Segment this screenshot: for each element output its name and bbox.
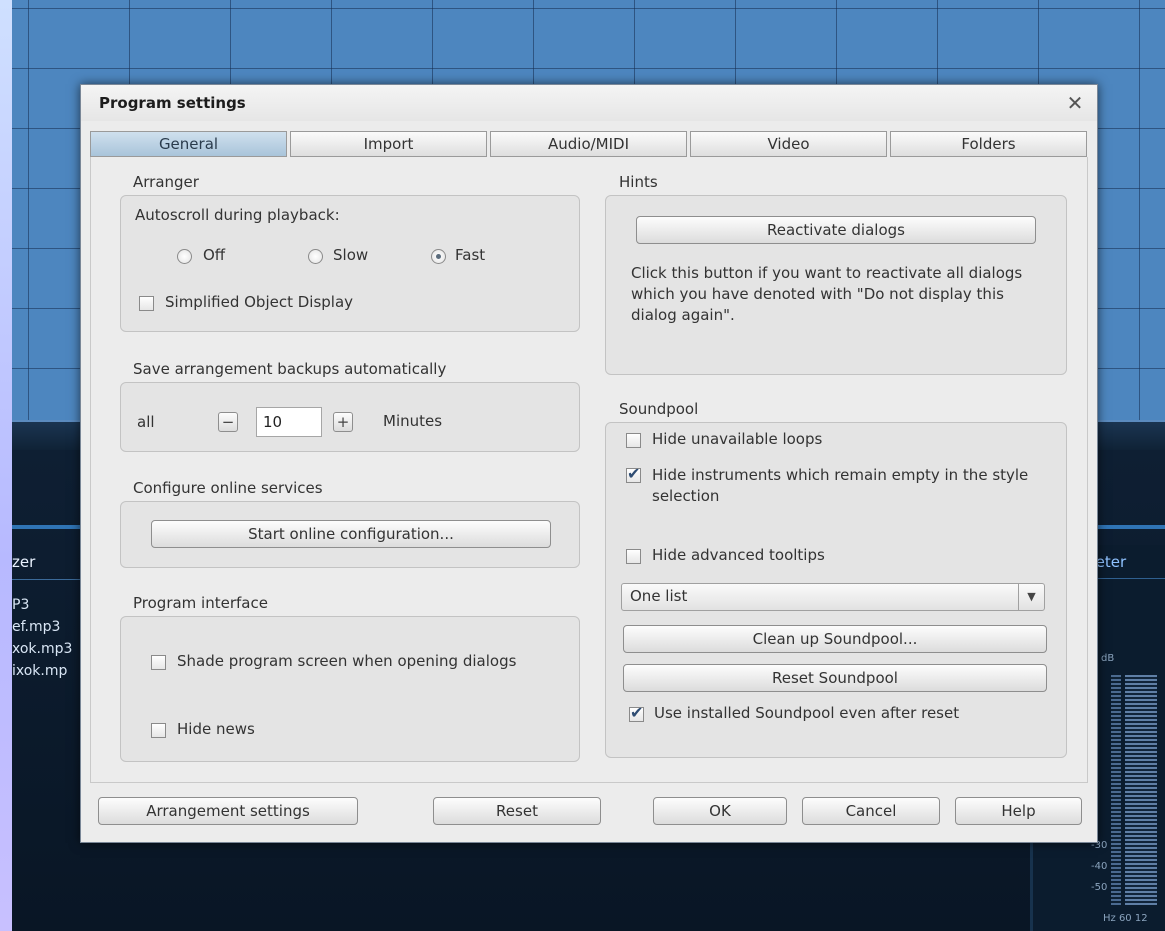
meter-tick: -40	[1091, 861, 1108, 872]
autoscroll-label: Autoscroll during playback:	[135, 206, 340, 224]
arranger-group: Autoscroll during playback: Off Slow Fas…	[120, 195, 580, 332]
chevron-down-icon[interactable]: ▼	[1018, 584, 1044, 610]
meter-bar-left	[1111, 675, 1121, 905]
hide-unavailable-label[interactable]: Hide unavailable loops	[652, 430, 822, 448]
arranger-section-title: Arranger	[133, 173, 199, 191]
soundpool-section-title: Soundpool	[619, 400, 699, 418]
cancel-button[interactable]: Cancel	[802, 797, 940, 825]
interface-group: Shade program screen when opening dialog…	[120, 616, 580, 762]
meter-db-label: dB	[1101, 653, 1115, 664]
start-online-configuration-button[interactable]: Start online configuration...	[151, 520, 551, 548]
hide-news-label[interactable]: Hide news	[177, 720, 255, 738]
interface-section-title: Program interface	[133, 594, 268, 612]
arrangement-settings-button[interactable]: Arrangement settings	[98, 797, 358, 825]
reset-soundpool-button[interactable]: Reset Soundpool	[623, 664, 1047, 692]
select-value: One list	[630, 587, 688, 605]
autoscroll-fast-label[interactable]: Fast	[455, 246, 485, 264]
meter-bar-right	[1125, 675, 1157, 905]
hints-description: Click this button if you want to reactiv…	[631, 264, 1023, 324]
dialog-titlebar[interactable]: Program settings ✕	[81, 85, 1097, 121]
backup-prefix-label: all	[137, 413, 155, 431]
close-icon[interactable]: ✕	[1063, 91, 1087, 115]
autoscroll-slow-label[interactable]: Slow	[333, 246, 368, 264]
simplified-display-checkbox[interactable]	[139, 296, 154, 311]
soundpool-group: Hide unavailable loops Hide instruments …	[605, 422, 1067, 758]
backup-group: all − + Minutes	[120, 382, 580, 452]
online-section-title: Configure online services	[133, 479, 323, 497]
tab-video[interactable]: Video	[690, 131, 887, 157]
tab-folders[interactable]: Folders	[890, 131, 1087, 157]
tab-audio-midi[interactable]: Audio/MIDI	[490, 131, 687, 157]
general-tab-content: Arranger Autoscroll during playback: Off…	[90, 157, 1088, 783]
hide-instruments-checkbox[interactable]	[626, 464, 641, 483]
meter-tick: -50	[1091, 882, 1108, 893]
autoscroll-off-label[interactable]: Off	[203, 246, 225, 264]
shade-screen-checkbox[interactable]	[151, 655, 166, 670]
dialog-title: Program settings	[99, 94, 246, 112]
settings-tabs: General Import Audio/MIDI Video Folders	[90, 131, 1088, 157]
autoscroll-off-radio[interactable]	[177, 249, 192, 264]
soundpool-list-mode-select[interactable]: One list ▼	[621, 583, 1045, 611]
hide-tooltips-label[interactable]: Hide advanced tooltips	[652, 546, 825, 564]
online-group: Start online configuration...	[120, 501, 580, 568]
clean-up-soundpool-button[interactable]: Clean up Soundpool...	[623, 625, 1047, 653]
meter-ticks: -30 -40 -50	[1091, 835, 1107, 898]
tab-general[interactable]: General	[90, 131, 287, 157]
reactivate-dialogs-button[interactable]: Reactivate dialogs	[636, 216, 1036, 244]
tab-import[interactable]: Import	[290, 131, 487, 157]
hide-tooltips-checkbox[interactable]	[626, 549, 641, 564]
shade-screen-label[interactable]: Shade program screen when opening dialog…	[177, 652, 516, 670]
hide-instruments-label[interactable]: Hide instruments which remain empty in t…	[652, 465, 1052, 507]
simplified-display-label[interactable]: Simplified Object Display	[165, 293, 353, 311]
hide-news-checkbox[interactable]	[151, 723, 166, 738]
autoscroll-slow-radio[interactable]	[308, 249, 323, 264]
hints-group: Reactivate dialogs Click this button if …	[605, 195, 1067, 375]
hints-section-title: Hints	[619, 173, 658, 191]
program-settings-dialog: Program settings ✕ General Import Audio/…	[80, 84, 1098, 843]
ok-button[interactable]: OK	[653, 797, 787, 825]
increment-button[interactable]: +	[333, 412, 353, 432]
help-button[interactable]: Help	[955, 797, 1082, 825]
use-installed-soundpool-label[interactable]: Use installed Soundpool even after reset	[654, 704, 959, 722]
decrement-button[interactable]: −	[218, 412, 238, 432]
backup-minutes-input[interactable]	[256, 407, 322, 437]
desktop-edge	[0, 0, 12, 931]
meter-hz-axis: Hz 60 12	[1103, 913, 1148, 924]
reset-button[interactable]: Reset	[433, 797, 601, 825]
use-installed-soundpool-checkbox[interactable]	[629, 703, 644, 722]
autoscroll-fast-radio[interactable]	[431, 249, 446, 264]
hide-unavailable-checkbox[interactable]	[626, 433, 641, 448]
backup-section-title: Save arrangement backups automatically	[133, 360, 447, 378]
minutes-label: Minutes	[383, 412, 443, 430]
